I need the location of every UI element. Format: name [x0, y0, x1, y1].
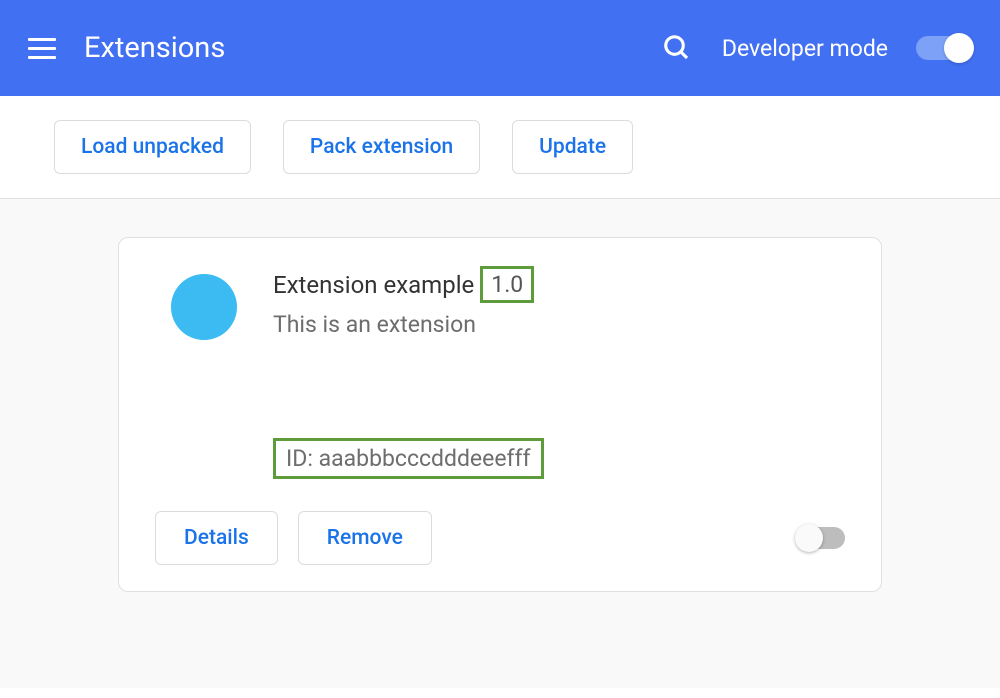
extension-name: Extension example	[273, 271, 474, 299]
update-button[interactable]: Update	[512, 120, 633, 174]
card-top-section: Extension example 1.0 This is an extensi…	[155, 266, 845, 479]
header-bar: Extensions Developer mode	[0, 0, 1000, 96]
toggle-knob	[795, 524, 823, 552]
details-button[interactable]: Details	[155, 511, 278, 565]
extension-icon	[171, 274, 237, 340]
extension-version: 1.0	[480, 266, 534, 303]
extension-card: Extension example 1.0 This is an extensi…	[118, 237, 882, 592]
card-actions: Details Remove	[155, 511, 845, 565]
pack-extension-button[interactable]: Pack extension	[283, 120, 480, 174]
search-icon[interactable]	[662, 33, 692, 63]
extension-description: This is an extension	[273, 311, 845, 338]
extension-enable-toggle[interactable]	[797, 527, 845, 549]
toggle-knob	[944, 33, 974, 63]
page-title: Extensions	[84, 31, 662, 65]
developer-mode-toggle[interactable]	[916, 36, 972, 60]
remove-button[interactable]: Remove	[298, 511, 432, 565]
developer-toolbar: Load unpacked Pack extension Update	[0, 96, 1000, 199]
hamburger-menu-icon[interactable]	[28, 34, 56, 62]
load-unpacked-button[interactable]: Load unpacked	[54, 120, 251, 174]
extension-id: ID: aaabbbcccdddeeefff	[273, 438, 544, 479]
extension-info: Extension example 1.0 This is an extensi…	[273, 266, 845, 479]
content-area: Extension example 1.0 This is an extensi…	[0, 199, 1000, 688]
extension-title-row: Extension example 1.0	[273, 266, 845, 303]
developer-mode-label: Developer mode	[722, 35, 888, 62]
